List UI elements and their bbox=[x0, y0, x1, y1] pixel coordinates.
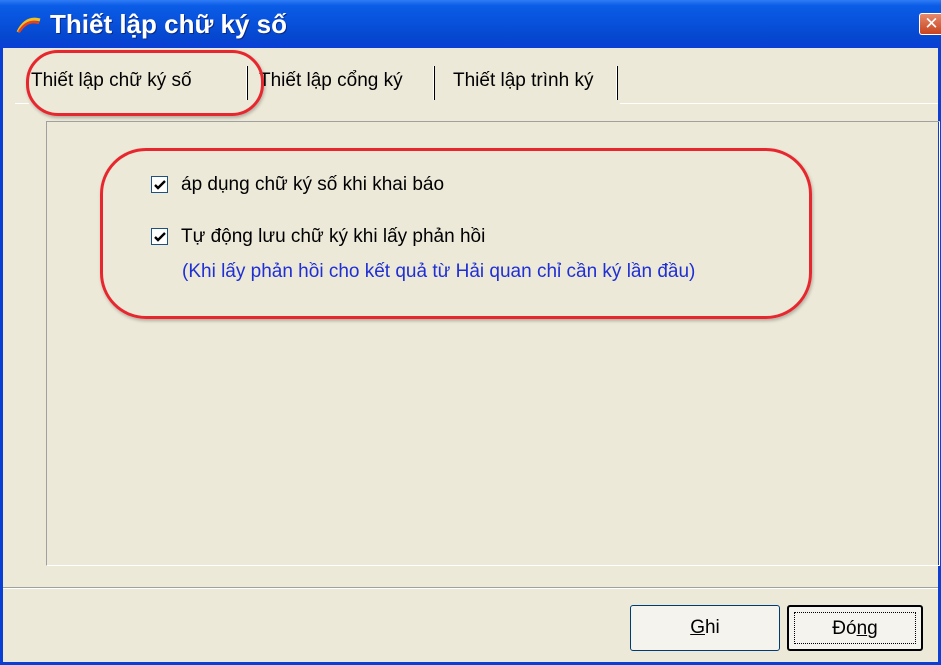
close-window-button[interactable]: ✕ bbox=[919, 13, 941, 35]
tab-label: Thiết lập chữ ký số bbox=[31, 70, 192, 91]
checkmark-icon bbox=[154, 232, 166, 242]
tab-signing-program[interactable]: Thiết lập trình ký bbox=[453, 60, 593, 102]
close-icon: ✕ bbox=[924, 14, 939, 33]
checkmark-icon bbox=[154, 180, 166, 190]
close-button-label: Đóng bbox=[832, 618, 877, 639]
tab-baseline bbox=[15, 103, 29, 104]
apply-signature-label: áp dụng chữ ký số khi khai báo bbox=[181, 174, 445, 195]
close-accel: n bbox=[856, 618, 868, 639]
close-label-pre: Đó bbox=[832, 618, 857, 639]
auto-save-label: Tự động lưu chữ ký khi lấy phản hồi bbox=[181, 226, 486, 247]
close-button[interactable]: Đóng bbox=[787, 605, 923, 651]
tab-separator bbox=[616, 66, 618, 100]
title-bar[interactable]: Thiết lập chữ ký số ✕ bbox=[0, 0, 941, 48]
tab-signing-gateway[interactable]: Thiết lập cổng ký bbox=[259, 60, 403, 102]
apply-signature-checkbox[interactable] bbox=[151, 176, 168, 193]
auto-save-checkbox[interactable] bbox=[151, 228, 168, 245]
tab-label: Thiết lập cổng ký bbox=[259, 70, 403, 91]
dialog-window: Thiết lập chữ ký số ✕ Thiết lập chữ ký s… bbox=[0, 0, 941, 665]
save-accel: G bbox=[690, 617, 705, 638]
tab-digital-signature[interactable]: Thiết lập chữ ký số bbox=[31, 60, 192, 102]
tab-baseline bbox=[620, 103, 938, 104]
window-title: Thiết lập chữ ký số bbox=[50, 9, 287, 39]
button-divider bbox=[3, 587, 938, 589]
tab-separator bbox=[246, 66, 248, 100]
save-label-rest: hi bbox=[704, 617, 720, 638]
close-label-post: g bbox=[867, 618, 878, 639]
arc-logo-icon bbox=[16, 17, 41, 33]
save-button[interactable]: Ghi bbox=[630, 605, 780, 651]
save-button-label: Ghi bbox=[690, 617, 720, 638]
tab-separator bbox=[433, 66, 435, 100]
auto-save-note: (Khi lấy phản hồi cho kết quả từ Hải qua… bbox=[182, 261, 696, 282]
tab-label: Thiết lập trình ký bbox=[453, 70, 594, 91]
